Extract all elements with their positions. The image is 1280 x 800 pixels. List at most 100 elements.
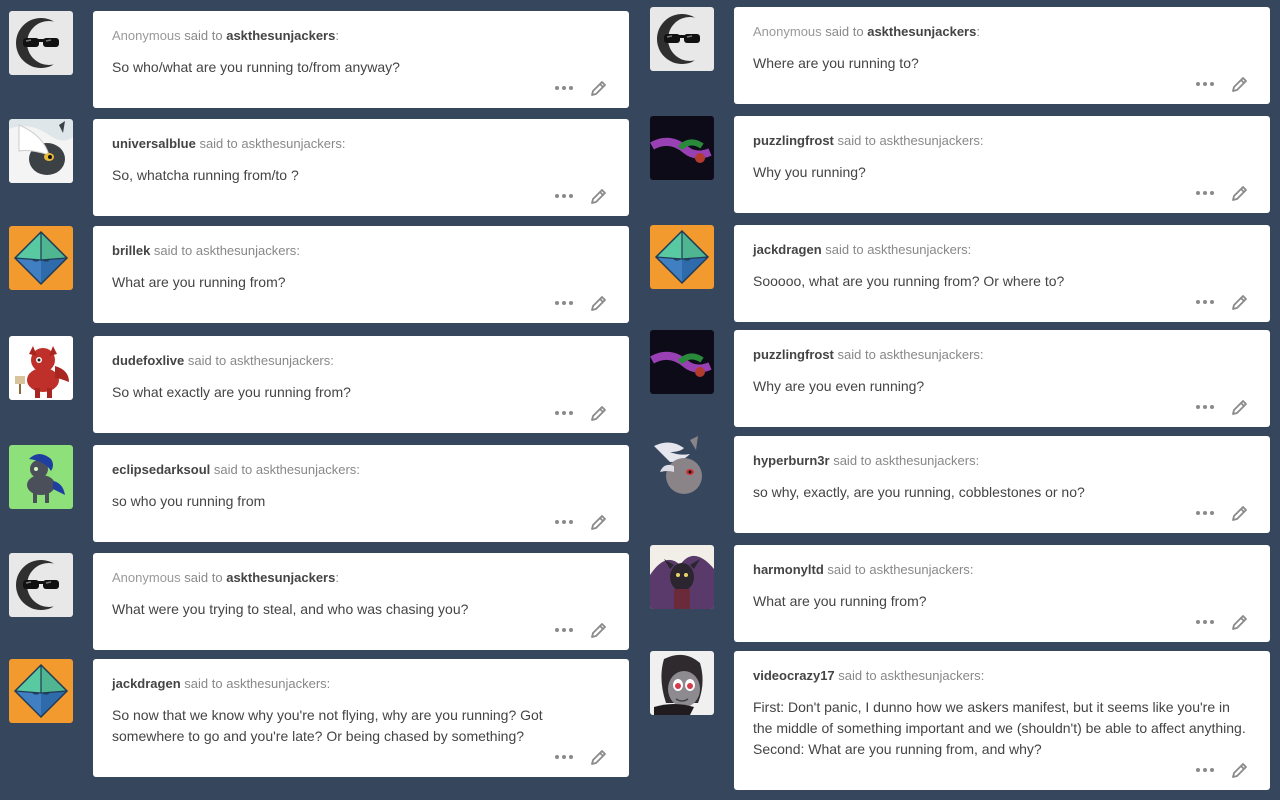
ask-card: hyperburn3r said to askthesunjackers: so … [734,436,1270,533]
dark-pony-avatar[interactable] [9,445,73,509]
octahedron-avatar[interactable] [650,225,714,289]
said-to-text: said to [184,28,223,43]
purple-glow-avatar[interactable] [650,330,714,394]
anonymous-sunglasses-avatar[interactable] [9,553,73,617]
asker-name[interactable]: jackdragen [753,242,822,257]
asker-name[interactable]: eclipsedarksoul [112,462,210,477]
blog-name-link[interactable]: askthesunjackers [196,243,296,258]
anonymous-sunglasses-avatar[interactable] [650,7,714,71]
ask-header: puzzlingfrost said to askthesunjackers: [753,133,984,148]
blog-name-link[interactable]: askthesunjackers [241,136,341,151]
ask-header: Anonymous said to askthesunjackers: [753,24,980,39]
blog-name-link[interactable]: askthesunjackers [867,242,967,257]
grey-pony-avatar[interactable] [650,436,714,500]
more-options-icon[interactable] [1196,503,1214,523]
more-options-icon[interactable] [1196,74,1214,94]
edit-pencil-icon[interactable] [1230,292,1250,312]
edit-pencil-icon[interactable] [1230,183,1250,203]
ask-message: so why, exactly, are you running, cobble… [753,484,1085,500]
blog-name-link[interactable]: askthesunjackers [226,676,326,691]
ask-controls [555,747,609,767]
ask-card: puzzlingfrost said to askthesunjackers: W… [734,330,1270,427]
blog-name-link[interactable]: askthesunjackers [867,24,976,39]
edit-pencil-icon[interactable] [589,620,609,640]
said-to-text: said to [837,347,876,362]
red-fox-pony-avatar[interactable] [9,336,73,400]
ask-controls [555,512,609,532]
more-options-icon[interactable] [555,512,573,532]
ask-card: Anonymous said to askthesunjackers: What … [93,553,629,650]
ask-message: Why you running? [753,164,866,180]
ask-message: So who/what are you running to/from anyw… [112,59,400,75]
more-options-icon[interactable] [1196,183,1214,203]
more-options-icon[interactable] [1196,612,1214,632]
blog-name-link[interactable]: askthesunjackers [875,453,975,468]
edit-pencil-icon[interactable] [589,403,609,423]
blog-name-link[interactable]: askthesunjackers [879,133,979,148]
said-to-text: said to [837,133,876,148]
ask-card: harmonyltd said to askthesunjackers: What… [734,545,1270,642]
edit-pencil-icon[interactable] [589,78,609,98]
octahedron-avatar[interactable] [9,659,73,723]
edit-pencil-icon[interactable] [589,747,609,767]
ask-header: eclipsedarksoul said to askthesunjackers… [112,462,360,477]
said-to-text: said to [825,24,864,39]
anonymous-sunglasses-avatar[interactable] [9,11,73,75]
ask-header: harmonyltd said to askthesunjackers: [753,562,974,577]
asker-name[interactable]: universalblue [112,136,196,151]
asker-name[interactable]: jackdragen [112,676,181,691]
asker-name[interactable]: puzzlingfrost [753,133,834,148]
more-options-icon[interactable] [1196,760,1214,780]
blog-name-link[interactable]: askthesunjackers [879,347,979,362]
ask-card: jackdragen said to askthesunjackers: Sooo… [734,225,1270,322]
edit-pencil-icon[interactable] [1230,760,1250,780]
blog-name-link[interactable]: askthesunjackers [226,28,335,43]
asker-name[interactable]: hyperburn3r [753,453,830,468]
ask-header: videocrazy17 said to askthesunjackers: [753,668,985,683]
more-options-icon[interactable] [555,293,573,313]
ask-message: So, whatcha running from/to ? [112,167,299,183]
ask-header: brillek said to askthesunjackers: [112,243,300,258]
more-options-icon[interactable] [555,186,573,206]
more-options-icon[interactable] [555,747,573,767]
ask-card: jackdragen said to askthesunjackers: So n… [93,659,629,777]
asker-name[interactable]: dudefoxlive [112,353,184,368]
asker-name[interactable]: brillek [112,243,150,258]
edit-pencil-icon[interactable] [1230,74,1250,94]
ask-header: hyperburn3r said to askthesunjackers: [753,453,980,468]
more-options-icon[interactable] [555,403,573,423]
said-to-text: said to [153,243,193,258]
blog-name-link[interactable]: askthesunjackers [869,562,969,577]
purple-glow-avatar[interactable] [650,116,714,180]
ask-controls [555,78,609,98]
white-haired-pony-avatar[interactable] [9,119,73,183]
edit-pencil-icon[interactable] [1230,503,1250,523]
more-options-icon[interactable] [555,620,573,640]
said-to-text: said to [827,562,866,577]
ask-message: Sooooo, what are you running from? Or wh… [753,273,1065,289]
ask-header: jackdragen said to askthesunjackers: [753,242,972,257]
blog-name-link[interactable]: askthesunjackers [230,353,330,368]
edit-pencil-icon[interactable] [589,186,609,206]
edit-pencil-icon[interactable] [589,512,609,532]
ask-card: videocrazy17 said to askthesunjackers: Fi… [734,651,1270,790]
more-options-icon[interactable] [1196,397,1214,417]
ask-message: What are you running from? [753,593,927,609]
edit-pencil-icon[interactable] [1230,612,1250,632]
ask-controls [555,186,609,206]
asker-name[interactable]: harmonyltd [753,562,824,577]
pony-headphones-avatar[interactable] [650,651,714,715]
asker-name[interactable]: videocrazy17 [753,668,835,683]
more-options-icon[interactable] [1196,292,1214,312]
edit-pencil-icon[interactable] [589,293,609,313]
octahedron-avatar[interactable] [9,226,73,290]
dark-dragon-avatar[interactable] [650,545,714,609]
asker-name[interactable]: puzzlingfrost [753,347,834,362]
edit-pencil-icon[interactable] [1230,397,1250,417]
asker-name: Anonymous [112,570,181,585]
more-options-icon[interactable] [555,78,573,98]
blog-name-link[interactable]: askthesunjackers [880,668,980,683]
ask-header: puzzlingfrost said to askthesunjackers: [753,347,984,362]
blog-name-link[interactable]: askthesunjackers [226,570,335,585]
blog-name-link[interactable]: askthesunjackers [256,462,356,477]
